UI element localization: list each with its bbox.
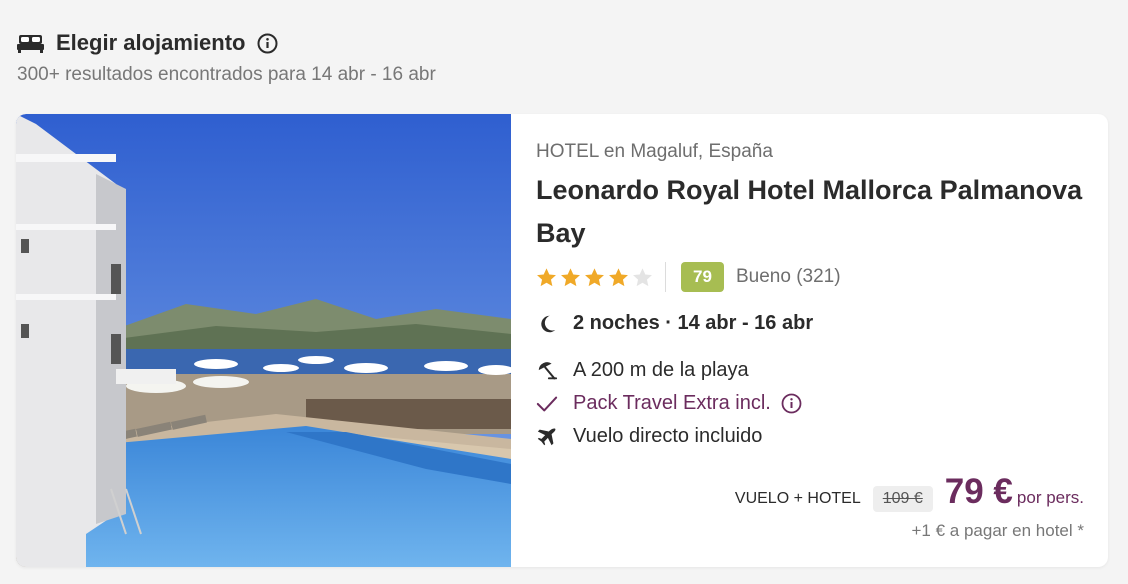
feature-flight-label: Vuelo directo incluido bbox=[573, 425, 763, 447]
star-icon bbox=[584, 267, 605, 288]
package-type: VUELO + HOTEL bbox=[734, 490, 861, 507]
feature-pack-label: Pack Travel Extra incl. bbox=[573, 392, 771, 414]
results-header: Elegir alojamiento 300+ resultados encon… bbox=[17, 28, 436, 86]
info-icon[interactable] bbox=[781, 393, 802, 414]
beach-umbrella-icon bbox=[536, 360, 558, 382]
page-title: Elegir alojamiento bbox=[56, 30, 246, 55]
hotel-card[interactable]: HOTEL en Magaluf, España Leonardo Royal … bbox=[16, 114, 1108, 567]
feature-pack: Pack Travel Extra incl. bbox=[536, 392, 802, 415]
bed-icon bbox=[17, 32, 44, 54]
feature-beach-label: A 200 m de la playa bbox=[573, 359, 749, 381]
star-icon bbox=[536, 267, 557, 288]
rating-row: 79 Bueno (321) bbox=[536, 260, 841, 294]
score-label[interactable]: Bueno (321) bbox=[736, 266, 841, 288]
airplane-icon bbox=[536, 426, 558, 448]
checkmark-icon bbox=[536, 393, 558, 415]
feature-flight: Vuelo directo incluido bbox=[536, 425, 762, 448]
hotel-photo[interactable] bbox=[16, 114, 511, 567]
star-empty-icon bbox=[632, 267, 653, 288]
extra-fee-note: +1 € a pagar en hotel * bbox=[911, 521, 1085, 540]
info-icon[interactable] bbox=[257, 33, 278, 54]
old-price: 109 € bbox=[872, 486, 933, 512]
score-badge: 79 bbox=[681, 262, 724, 292]
star-icon bbox=[560, 267, 581, 288]
stay-dates: 2 noches · 14 abr - 16 abr bbox=[536, 312, 813, 335]
moon-icon bbox=[536, 313, 558, 335]
per-person-label: por pers. bbox=[1016, 488, 1084, 507]
feature-beach: A 200 m de la playa bbox=[536, 359, 749, 382]
divider bbox=[665, 262, 666, 292]
stay-dates-label: 2 noches · 14 abr - 16 abr bbox=[573, 312, 814, 334]
hotel-type-location: HOTEL en Magaluf, España bbox=[536, 141, 773, 162]
current-price[interactable]: 79 € bbox=[945, 472, 1013, 512]
results-count: 300+ resultados encontrados para 14 abr … bbox=[17, 64, 436, 85]
hotel-name[interactable]: Leonardo Royal Hotel Mallorca Palmanova … bbox=[536, 169, 1086, 255]
star-rating bbox=[536, 267, 653, 288]
star-icon bbox=[608, 267, 629, 288]
price-row: VUELO + HOTEL 109 € 79 € por pers. bbox=[735, 472, 1084, 512]
